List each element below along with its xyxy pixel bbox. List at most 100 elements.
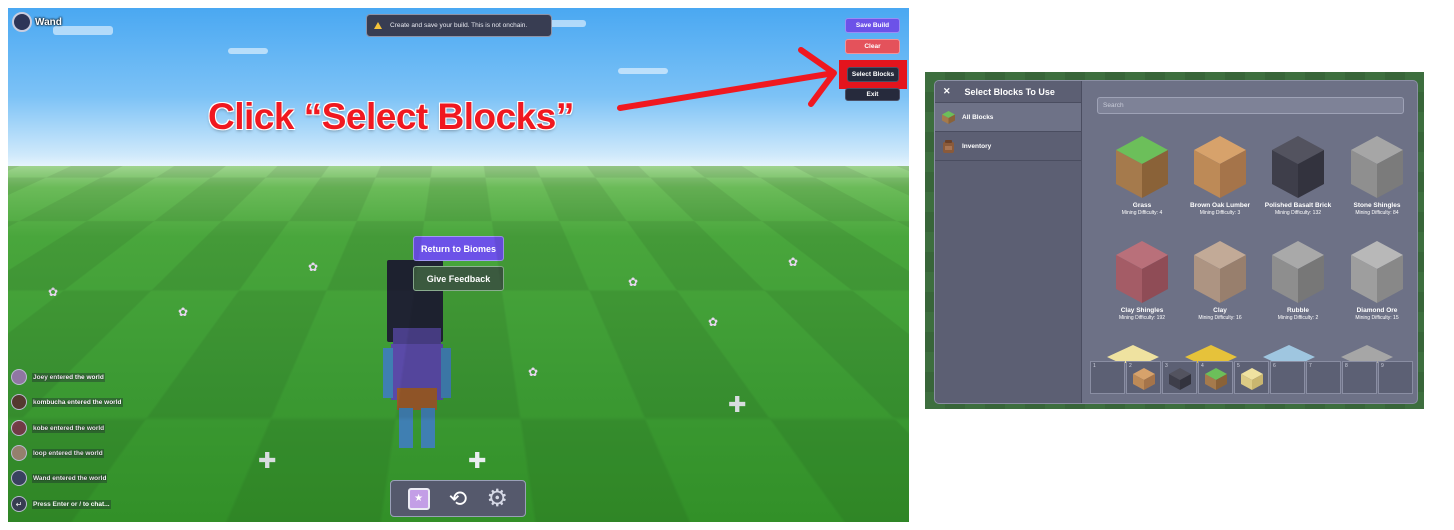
dock-slot-number: 7: [1309, 363, 1312, 369]
block-name: Brown Oak Lumber: [1190, 202, 1250, 209]
exit-button[interactable]: Exit: [845, 88, 900, 101]
dock-slot[interactable]: 3: [1162, 361, 1197, 394]
block-difficulty: Mining Difficulty: 2: [1277, 315, 1319, 321]
hotbar: ★ ⟲ ⚙: [390, 480, 526, 517]
chat-message: Joey entered the world: [11, 369, 105, 385]
dock-slot[interactable]: 8: [1342, 361, 1377, 394]
grass-block-icon: [942, 110, 955, 124]
enter-key-icon: ↵: [11, 496, 27, 512]
block-cube-icon: [1192, 134, 1248, 200]
search-input[interactable]: [1097, 97, 1404, 114]
category-label: Inventory: [962, 142, 992, 150]
block-card[interactable]: Rubble Mining Difficulty: 2: [1261, 239, 1335, 322]
cloud: [618, 68, 668, 74]
block-cube-icon: [1114, 134, 1170, 200]
block-card[interactable]: Clay Mining Difficulty: 16: [1183, 239, 1257, 322]
flower-icon: ✿: [708, 315, 719, 329]
flower-icon: ✚: [468, 448, 487, 473]
block-name: Clay: [1213, 307, 1227, 314]
dock-block-icon: [1205, 368, 1227, 390]
book-icon: ★: [407, 487, 430, 510]
block-name: Stone Shingles: [1353, 202, 1401, 209]
chat-message-text: Joey entered the world: [32, 372, 105, 382]
chat-message: kombucha entered the world: [11, 394, 123, 410]
toast-text: Create and save your build. This is not …: [390, 22, 528, 29]
flower-icon: ✿: [178, 305, 189, 319]
annotation-text: Click “Select Blocks”: [208, 96, 574, 137]
gear-icon: ⚙: [486, 484, 509, 512]
avatar: [11, 470, 27, 486]
block-cube-icon: [1349, 134, 1405, 200]
block-card[interactable]: Stone Shingles Mining Difficulty: 84: [1340, 134, 1414, 217]
chat-message-text: Wand entered the world: [32, 473, 108, 483]
flower-icon: ✿: [528, 365, 539, 379]
block-card[interactable]: Grass Mining Difficulty: 4: [1105, 134, 1179, 217]
give-feedback-button[interactable]: Give Feedback: [413, 266, 504, 291]
dock-slot[interactable]: 4: [1198, 361, 1233, 394]
info-toast: Create and save your build. This is not …: [366, 14, 552, 37]
hotbar-slot[interactable]: ⟲: [445, 486, 471, 512]
cloud: [548, 20, 586, 27]
block-card[interactable]: Clay Shingles Mining Difficulty: 192: [1105, 239, 1179, 322]
category-sidebar: ✕ Select Blocks To Use All Blocks Invent…: [935, 81, 1082, 403]
category-label: All Blocks: [962, 113, 994, 121]
dock-block-icon: [1241, 368, 1263, 390]
dock-slot-number: 1: [1093, 363, 1096, 369]
hotbar-slot[interactable]: ⚙: [484, 486, 510, 512]
block-name: Diamond Ore: [1356, 307, 1398, 314]
chat-message-text: kobe entered the world: [32, 423, 106, 433]
chat-message: loop entered the world: [11, 445, 104, 461]
flower-icon: ✿: [48, 285, 59, 299]
cloud: [228, 48, 268, 54]
avatar: [11, 394, 27, 410]
block-cube-icon: [1192, 239, 1248, 305]
block-difficulty: Mining Difficulty: 15: [1355, 315, 1399, 321]
cycle-icon: ⟲: [448, 485, 468, 511]
block-difficulty: Mining Difficulty: 192: [1118, 315, 1166, 321]
dialog-title: Select Blocks To Use: [964, 86, 1055, 97]
dock-slot[interactable]: 5: [1234, 361, 1269, 394]
block-card[interactable]: Brown Oak Lumber Mining Difficulty: 3: [1183, 134, 1257, 217]
return-to-biomes-button[interactable]: Return to Biomes: [413, 236, 504, 261]
chat-message: kobe entered the world: [11, 420, 106, 436]
select-blocks-dialog: ✕ Select Blocks To Use All Blocks Invent…: [934, 80, 1418, 404]
dock-slot[interactable]: 1: [1090, 361, 1125, 394]
block-name: Grass: [1132, 202, 1152, 209]
block-dock: 1 23456 7 8 9: [1090, 361, 1414, 394]
chat-input[interactable]: ↵ Press Enter or / to chat...: [11, 496, 111, 512]
block-cube-icon: [1114, 239, 1170, 305]
block-cube-icon: [1349, 239, 1405, 305]
chat-hint: Press Enter or / to chat...: [32, 499, 111, 509]
flower-icon: ✿: [628, 275, 639, 289]
clear-button[interactable]: Clear: [845, 39, 900, 54]
avatar: [11, 420, 27, 436]
dock-slot-number: 9: [1381, 363, 1384, 369]
game-viewport[interactable]: ✿ ✿ ✿ ✿ ✿ ✿ ✿ ✚ ✚ ✚ Wand Create and save…: [8, 8, 909, 522]
category-inventory[interactable]: Inventory: [935, 131, 1081, 160]
category-all-blocks[interactable]: All Blocks: [935, 102, 1081, 131]
dock-slot[interactable]: 2: [1126, 361, 1161, 394]
dock-slot[interactable]: 9: [1378, 361, 1413, 394]
block-cube-icon: [1270, 239, 1326, 305]
block-row-partial: [1107, 345, 1393, 363]
block-difficulty: Mining Difficulty: 84: [1355, 210, 1399, 216]
chat-message-text: loop entered the world: [32, 448, 104, 458]
dialog-header: ✕ Select Blocks To Use: [935, 81, 1081, 102]
block-difficulty: Mining Difficulty: 16: [1198, 315, 1242, 321]
user-badge[interactable]: Wand: [12, 12, 62, 32]
block-difficulty: Mining Difficulty: 4: [1121, 210, 1163, 216]
dock-block-icon: [1169, 368, 1191, 390]
block-card[interactable]: Diamond Ore Mining Difficulty: 15: [1340, 239, 1414, 322]
block-card[interactable]: Polished Basalt Brick Mining Difficulty: …: [1261, 134, 1335, 217]
close-icon[interactable]: ✕: [943, 86, 951, 97]
save-build-button[interactable]: Save Build: [845, 18, 900, 33]
dock-slot[interactable]: 6: [1270, 361, 1305, 394]
block-name: Polished Basalt Brick: [1264, 202, 1332, 209]
dock-slot[interactable]: 7: [1306, 361, 1341, 394]
dock-slot-number: 8: [1345, 363, 1348, 369]
select-blocks-button[interactable]: Select Blocks: [847, 67, 899, 82]
hotbar-slot[interactable]: ★: [406, 486, 432, 512]
avatar: [11, 445, 27, 461]
backpack-icon: [943, 139, 954, 153]
chat-message-text: kombucha entered the world: [32, 397, 123, 407]
